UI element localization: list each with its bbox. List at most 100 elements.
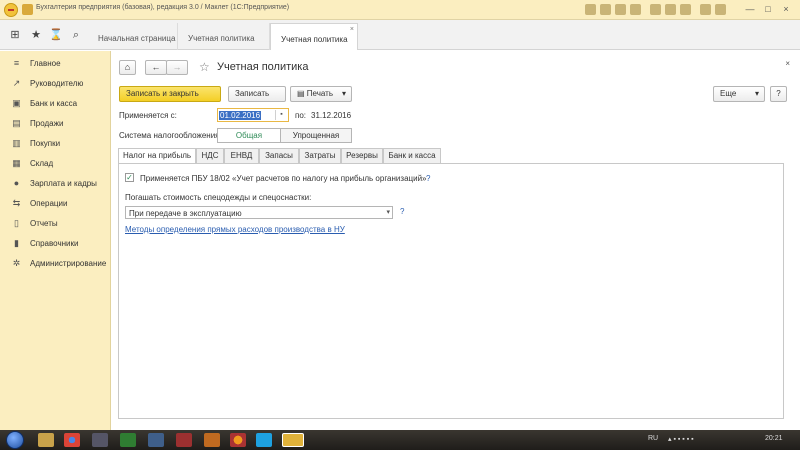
pbu-help-icon[interactable]: ? <box>426 174 430 183</box>
calendar-icon[interactable]: ▪ <box>275 110 287 120</box>
app-icon-1[interactable] <box>92 433 108 447</box>
explorer-icon[interactable] <box>38 433 54 447</box>
sidebar-item-label: Склад <box>30 159 54 168</box>
favorites-star-icon[interactable]: ★ <box>29 28 43 42</box>
sidebar-item-sales[interactable]: ▤ Продажи <box>0 115 111 133</box>
main-form: ⌂ ← → ☆ Учетная политика × Записать и за… <box>112 51 800 430</box>
tab-accounting-policy-1[interactable]: Учетная политика <box>178 23 270 50</box>
forward-button[interactable]: → <box>166 60 188 75</box>
save-icon[interactable] <box>22 4 33 15</box>
search-icon[interactable]: ⌕ <box>69 28 83 42</box>
tab-reserves[interactable]: Резервы <box>341 148 383 163</box>
print-icon: ▤ <box>297 89 307 98</box>
tab-vat[interactable]: НДС <box>196 148 224 163</box>
tab-bar: ⊞ ★ ⌛ ⌕ Начальная страница Учетная полит… <box>0 20 800 50</box>
save-button[interactable]: Записать <box>228 86 286 102</box>
app-icon-3[interactable] <box>148 433 164 447</box>
window-title: Бухгалтерия предприятия (базовая), редак… <box>36 4 290 11</box>
tab-home[interactable]: Начальная страница <box>88 23 178 50</box>
tab-envd[interactable]: ЕНВД <box>224 148 259 163</box>
sidebar-item-catalogs[interactable]: ▮ Справочники <box>0 235 111 253</box>
sidebar-item-label: Отчеты <box>30 219 58 228</box>
toolbar-icon-6[interactable] <box>665 4 676 15</box>
toolbar-icon-7[interactable] <box>680 4 691 15</box>
gear-icon: ✲ <box>12 258 21 268</box>
1c-taskbar-icon[interactable] <box>282 433 304 447</box>
tab-stock[interactable]: Запасы <box>259 148 299 163</box>
maximize-button[interactable]: □ <box>762 3 774 15</box>
workwear-select[interactable]: При передаче в эксплуатацию ▾ <box>125 206 393 219</box>
sidebar-item-purchases[interactable]: ▥ Покупки <box>0 135 111 153</box>
tray-icons[interactable]: ▴ ▪ ▪ ▪ ▪ ▪ <box>668 435 694 443</box>
sidebar-item-label: Операции <box>30 199 68 208</box>
more-button[interactable]: Еще ▾ <box>713 86 765 102</box>
tab-close-icon[interactable]: × <box>350 26 354 33</box>
title-bar: Бухгалтерия предприятия (базовая), редак… <box>0 0 800 20</box>
applies-from-field[interactable]: 01.02.2016 ▪ <box>217 108 289 122</box>
sidebar-item-label: Зарплата и кадры <box>30 179 97 188</box>
sidebar-item-admin[interactable]: ✲ Администрирование <box>0 255 111 273</box>
toolbar-icon-4[interactable] <box>630 4 641 15</box>
toolbar-icon-1[interactable] <box>585 4 596 15</box>
tax-system-general-option[interactable]: Общая <box>217 128 281 143</box>
toolbar-icon-2[interactable] <box>600 4 611 15</box>
sidebar-item-main[interactable]: ≡ Главное <box>0 55 111 73</box>
tab-accounting-policy-active[interactable]: Учетная политика × <box>270 23 358 50</box>
chevron-down-icon: ▾ <box>341 89 346 98</box>
save-and-close-button[interactable]: Записать и закрыть <box>119 86 221 102</box>
chrome-icon[interactable] <box>64 433 80 447</box>
skype-icon[interactable] <box>256 433 272 447</box>
app-icon-5[interactable] <box>204 433 220 447</box>
back-button[interactable]: ← <box>145 60 167 75</box>
sidebar-item-label: Банк и касса <box>30 99 78 108</box>
tab-bank-cash[interactable]: Банк и касса <box>383 148 441 163</box>
workwear-label: Погашать стоимость спецодежды и спецосна… <box>125 193 312 202</box>
app-logo-icon[interactable] <box>4 3 18 17</box>
clock[interactable]: 20:21 <box>765 435 783 442</box>
tax-system-simplified-option[interactable]: Упрощенная <box>280 128 352 143</box>
bank-icon: ▣ <box>12 98 21 108</box>
tab-costs[interactable]: Затраты <box>299 148 341 163</box>
close-window-button[interactable]: × <box>780 3 792 15</box>
sidebar-item-salary[interactable]: ● Зарплата и кадры <box>0 175 111 193</box>
applies-to-value: 31.12.2016 <box>311 111 352 120</box>
tab-profit-tax[interactable]: Налог на прибыль <box>118 148 196 164</box>
workwear-select-value: При передаче в эксплуатацию <box>129 209 242 218</box>
more-label: Еще <box>720 89 737 98</box>
menu-icon: ≡ <box>13 58 20 68</box>
app-icon-4[interactable] <box>176 433 192 447</box>
minimize-button[interactable]: — <box>744 3 756 15</box>
workwear-help-icon[interactable]: ? <box>400 207 404 216</box>
language-indicator[interactable]: RU <box>648 435 658 442</box>
chevron-down-icon: ▾ <box>386 209 390 216</box>
toolbar-icon-3[interactable] <box>615 4 626 15</box>
firefox-icon[interactable] <box>230 433 246 447</box>
home-button[interactable]: ⌂ <box>119 60 136 75</box>
print-button[interactable]: ▤ Печать ▾ <box>290 86 352 102</box>
sidebar-item-bank[interactable]: ▣ Банк и касса <box>0 95 111 113</box>
direct-costs-link[interactable]: Методы определения прямых расходов произ… <box>125 225 345 234</box>
grid-menu-icon[interactable]: ⊞ <box>8 28 22 42</box>
tab-home-label: Начальная страница <box>98 34 176 43</box>
sidebar-item-operations[interactable]: ⇆ Операции <box>0 195 111 213</box>
toolbar-icon-9[interactable] <box>715 4 726 15</box>
sidebar-item-warehouse[interactable]: ▦ Склад <box>0 155 111 173</box>
sidebar-item-label: Администрирование <box>30 259 107 268</box>
app-icon-2[interactable] <box>120 433 136 447</box>
toolbar-icon-8[interactable] <box>700 4 711 15</box>
sidebar-item-manager[interactable]: ↗ Руководителю <box>0 75 111 93</box>
tab-label: Учетная политика <box>281 35 348 44</box>
warehouse-icon: ▦ <box>12 158 21 168</box>
favorite-star-icon[interactable]: ☆ <box>199 60 210 74</box>
help-button[interactable]: ? <box>770 86 787 102</box>
operations-icon: ⇆ <box>12 198 21 208</box>
close-form-button[interactable]: × <box>785 59 790 68</box>
chart-icon: ↗ <box>12 78 21 88</box>
pbu-checkbox[interactable]: ✓ <box>125 173 134 182</box>
toolbar-icon-5[interactable] <box>650 4 661 15</box>
print-label: Печать <box>306 89 333 98</box>
history-icon[interactable]: ⌛ <box>49 28 63 42</box>
sidebar-item-reports[interactable]: ▯ Отчеты <box>0 215 111 233</box>
sidebar-item-label: Руководителю <box>30 79 84 88</box>
start-button-icon[interactable] <box>6 431 24 449</box>
